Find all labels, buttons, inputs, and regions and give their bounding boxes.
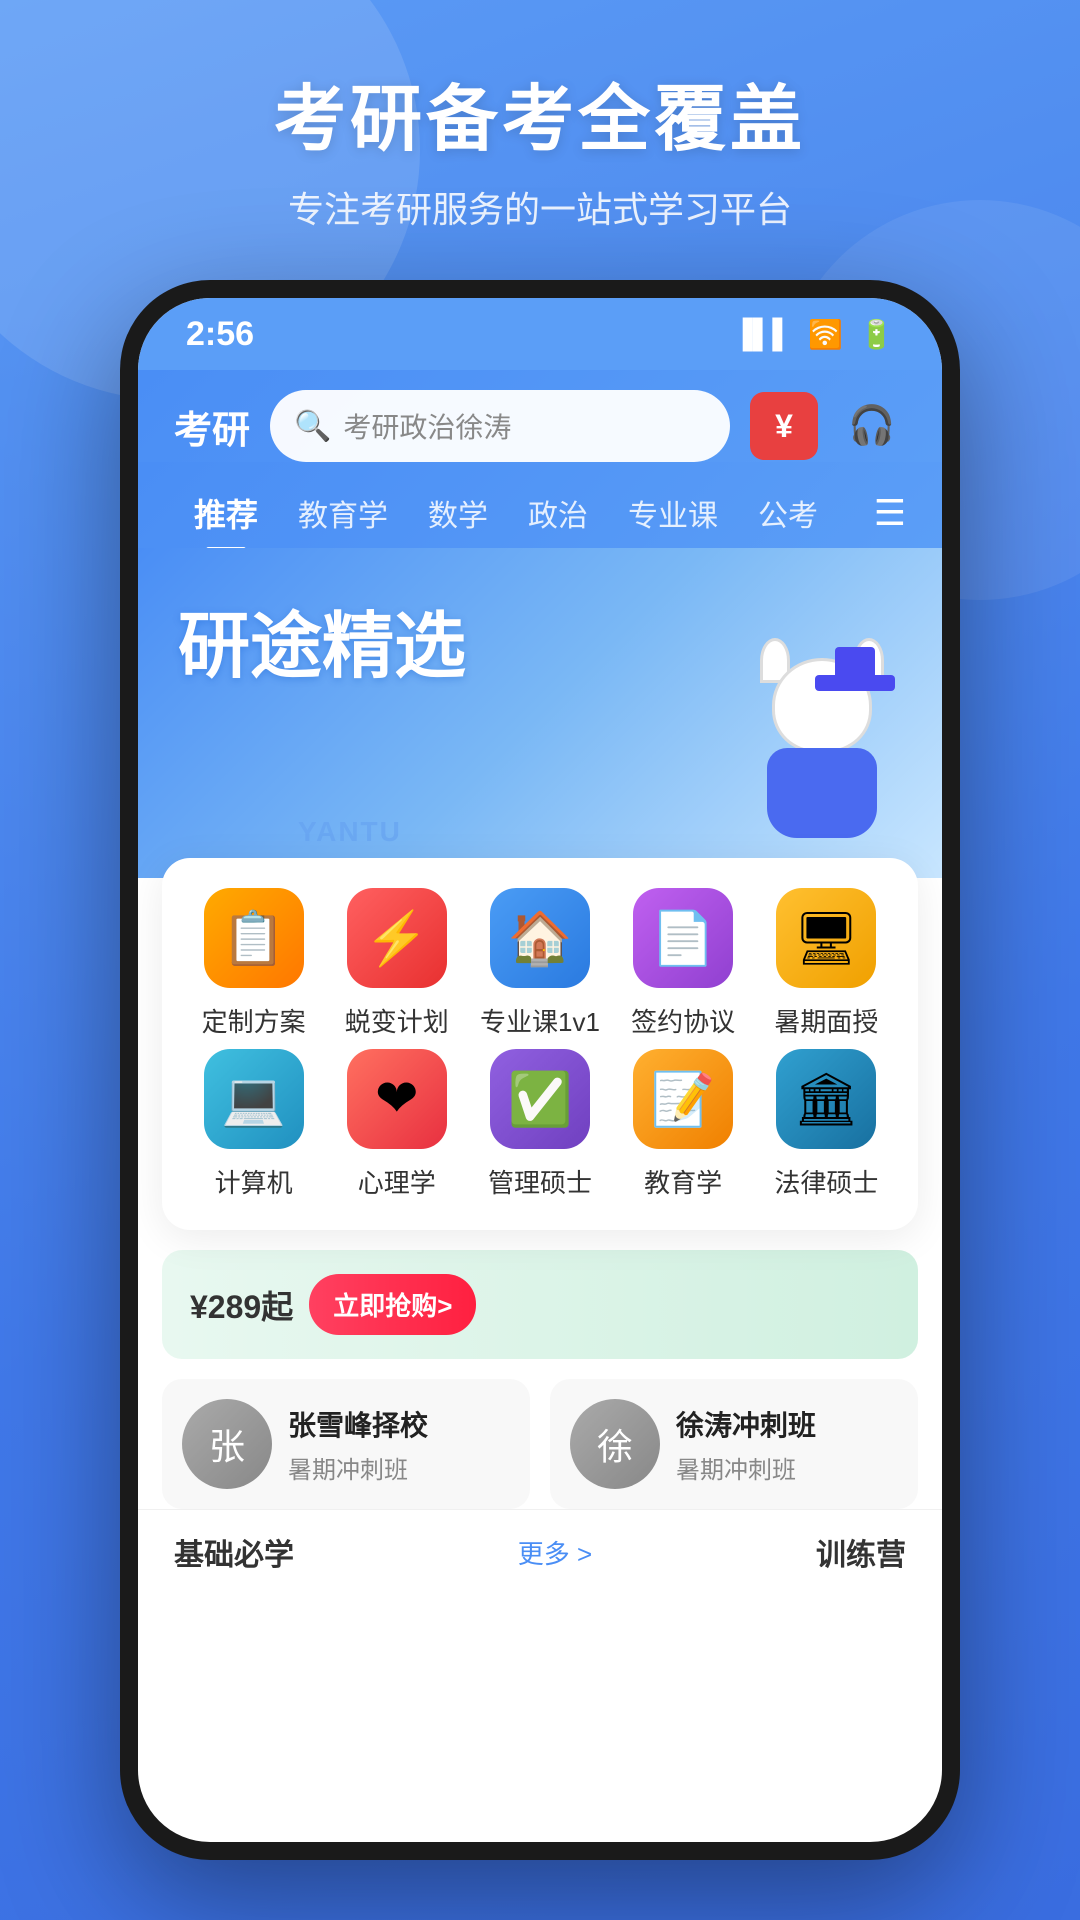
quick-label-summer-class: 暑期面授	[774, 1002, 878, 1039]
tab-recommend[interactable]: 推荐	[174, 478, 278, 548]
quick-label-agreement: 签约协议	[631, 1002, 735, 1039]
coupon-icon: ¥	[775, 408, 793, 445]
search-icon: 🔍	[294, 409, 331, 444]
coupon-button[interactable]: ¥	[750, 392, 818, 460]
quick-icon-psychology: ❤	[347, 1049, 447, 1149]
quick-item-education[interactable]: 📝 教育学	[618, 1049, 748, 1200]
quick-access-grid: 📋 定制方案 ⚡ 蜕变计划 🏠 专业课1v1 📄 签约协议 🖥 暑期	[162, 858, 918, 1230]
quick-item-agreement[interactable]: 📄 签约协议	[618, 888, 748, 1039]
quick-label-metamorphosis: 蜕变计划	[345, 1002, 449, 1039]
quick-icon-metamorphosis: ⚡	[347, 888, 447, 988]
teacher-section: 张 张雪峰择校 暑期冲刺班 徐 徐涛冲刺班 暑期冲刺班	[162, 1379, 918, 1509]
hero-subtitle: 专注考研服务的一站式学习平台	[0, 181, 1080, 233]
tab-major[interactable]: 专业课	[608, 479, 738, 547]
teacher-card-zhang[interactable]: 张 张雪峰择校 暑期冲刺班	[162, 1379, 530, 1509]
quick-label-computer: 计算机	[215, 1163, 293, 1200]
tab-education[interactable]: 教育学	[278, 479, 408, 547]
hero-title: 考研备考全覆盖	[0, 60, 1080, 165]
headphone-button[interactable]: 🎧	[838, 392, 906, 460]
quick-item-custom-plan[interactable]: 📋 定制方案	[189, 888, 319, 1039]
search-placeholder: 考研政治徐涛	[343, 406, 511, 446]
mascot-hat-top	[835, 647, 875, 682]
status-time: 2:56	[186, 315, 254, 354]
teacher-avatar-xu: 徐	[570, 1399, 660, 1489]
quick-item-major-1v1[interactable]: 🏠 专业课1v1	[475, 888, 605, 1039]
teacher-name-zhang: 张雪峰择校	[288, 1404, 510, 1444]
mascot-hat-brim	[815, 675, 895, 691]
banner-yantu-text: YANTU	[298, 816, 402, 848]
quick-item-psychology[interactable]: ❤ 心理学	[332, 1049, 462, 1200]
quick-label-major-1v1: 专业课1v1	[480, 1002, 600, 1039]
mascot-torso	[767, 748, 877, 838]
quick-label-education: 教育学	[644, 1163, 722, 1200]
teacher-name-xu: 徐涛冲刺班	[676, 1404, 898, 1444]
nav-menu-icon[interactable]: ☰	[874, 492, 906, 534]
app-header: 考研 🔍 考研政治徐涛 ¥ 🎧	[138, 370, 942, 462]
status-bar: 2:56 ▐▌▌ 🛜 🔋	[138, 298, 942, 370]
promo-button[interactable]: 立即抢购>	[309, 1274, 476, 1335]
quick-icon-mba: ✅	[490, 1049, 590, 1149]
teacher-info-zhang: 张雪峰择校 暑期冲刺班	[288, 1404, 510, 1485]
phone-frame: 2:56 ▐▌▌ 🛜 🔋 考研 🔍 考研政治徐涛 ¥ 🎧 推荐	[120, 280, 960, 1860]
quick-icon-custom-plan: 📋	[204, 888, 304, 988]
promo-price: ¥289起	[190, 1282, 293, 1328]
section-nav-basic[interactable]: 基础必学	[174, 1530, 294, 1574]
quick-label-mba: 管理硕士	[488, 1163, 592, 1200]
app-logo: 考研	[174, 399, 250, 454]
mascot-head	[772, 658, 872, 753]
quick-icon-summer-class: 🖥	[776, 888, 876, 988]
quick-label-law: 法律硕士	[774, 1163, 878, 1200]
status-icons: ▐▌▌ 🛜 🔋	[733, 318, 894, 351]
quick-row-1: 📋 定制方案 ⚡ 蜕变计划 🏠 专业课1v1 📄 签约协议 🖥 暑期	[182, 888, 898, 1039]
banner-title: 研途精选	[178, 608, 466, 687]
teacher-course-zhang: 暑期冲刺班	[288, 1450, 510, 1485]
promo-banner: ¥289起 立即抢购>	[162, 1250, 918, 1359]
phone-screen: 2:56 ▐▌▌ 🛜 🔋 考研 🔍 考研政治徐涛 ¥ 🎧 推荐	[138, 298, 942, 1842]
teacher-card-xu[interactable]: 徐 徐涛冲刺班 暑期冲刺班	[550, 1379, 918, 1509]
teacher-avatar-zhang: 张	[182, 1399, 272, 1489]
quick-row-2: 💻 计算机 ❤ 心理学 ✅ 管理硕士 📝 教育学 🏛 法律硕士	[182, 1049, 898, 1200]
quick-icon-education: 📝	[633, 1049, 733, 1149]
quick-item-mba[interactable]: ✅ 管理硕士	[475, 1049, 605, 1200]
search-bar[interactable]: 🔍 考研政治徐涛	[270, 390, 730, 462]
tab-math[interactable]: 数学	[408, 479, 508, 547]
quick-label-custom-plan: 定制方案	[202, 1002, 306, 1039]
tab-politics[interactable]: 政治	[508, 479, 608, 547]
quick-icon-computer: 💻	[204, 1049, 304, 1149]
battery-icon: 🔋	[859, 318, 894, 351]
quick-icon-law: 🏛	[776, 1049, 876, 1149]
quick-item-metamorphosis[interactable]: ⚡ 蜕变计划	[332, 888, 462, 1039]
section-nav-training[interactable]: 训练营	[816, 1530, 906, 1574]
quick-item-summer-class[interactable]: 🖥 暑期面授	[761, 888, 891, 1039]
headphone-icon: 🎧	[848, 404, 895, 448]
teacher-course-xu: 暑期冲刺班	[676, 1450, 898, 1485]
section-nav-bar: 基础必学 更多 > 训练营	[138, 1509, 942, 1594]
signal-icon: ▐▌▌	[733, 318, 793, 350]
quick-icon-agreement: 📄	[633, 888, 733, 988]
quick-label-psychology: 心理学	[358, 1163, 436, 1200]
quick-item-law[interactable]: 🏛 法律硕士	[761, 1049, 891, 1200]
tab-public[interactable]: 公考	[738, 479, 838, 547]
hero-banner: 研途精选 YANTU	[138, 548, 942, 878]
hero-header: 考研备考全覆盖 专注考研服务的一站式学习平台	[0, 60, 1080, 233]
section-nav-more[interactable]: 更多 >	[518, 1534, 592, 1571]
quick-item-computer[interactable]: 💻 计算机	[189, 1049, 319, 1200]
teacher-info-xu: 徐涛冲刺班 暑期冲刺班	[676, 1404, 898, 1485]
mascot	[742, 658, 902, 858]
nav-tabs: 推荐 教育学 数学 政治 专业课 公考 ☰	[138, 462, 942, 548]
wifi-icon: 🛜	[808, 318, 843, 351]
quick-icon-major-1v1: 🏠	[490, 888, 590, 988]
